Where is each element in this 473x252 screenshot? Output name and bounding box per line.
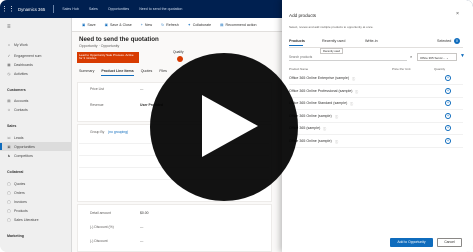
- screenshot: ⋮⋮ Dynamics 365 Sales Hub Sales Opportun…: [0, 0, 473, 252]
- play-icon: [202, 95, 258, 157]
- video-play-overlay: [0, 0, 473, 252]
